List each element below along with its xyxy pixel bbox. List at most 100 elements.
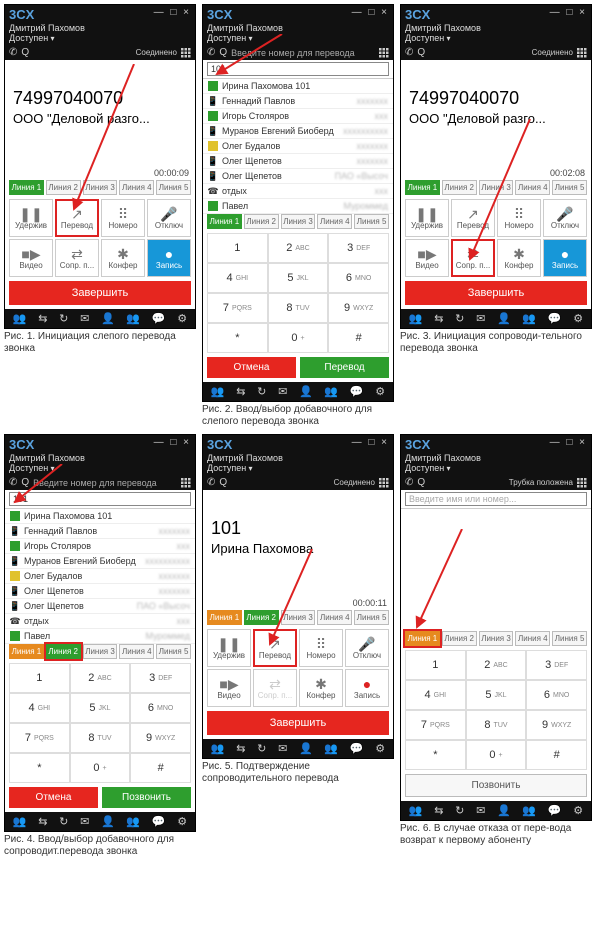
transfer-input[interactable]: 101 [207, 62, 389, 76]
transfer-button[interactable]: ↗Перевод [55, 199, 99, 237]
dialkey-8[interactable]: 8TUV [70, 723, 131, 753]
contact-item[interactable]: ☎отдыхxxx [5, 614, 195, 629]
contact-item[interactable]: 📱Олег Щепетовxxxxxxx [5, 584, 195, 599]
end-call-button[interactable]: Завершить [9, 281, 191, 305]
video-button[interactable]: ■▶Видео [9, 239, 53, 277]
cancel-button[interactable]: Отмена [207, 357, 296, 378]
dialkey-4[interactable]: 4GHI [9, 693, 70, 723]
contact-item[interactable]: 📱Олег Щепетовxxxxxxx [203, 154, 393, 169]
video-button[interactable]: ■▶Видео [405, 239, 449, 277]
contact-item[interactable]: Игорь Столяровxxx [5, 539, 195, 554]
contact-item[interactable]: Ирина Пахомова 101 [5, 509, 195, 524]
conference-button[interactable]: ✱Конфер [497, 239, 541, 277]
cancel-button[interactable]: Отмена [9, 787, 98, 808]
history-icon[interactable]: ↻ [59, 312, 68, 325]
dialkey-0[interactable]: 0+ [466, 740, 527, 770]
dialkey-3[interactable]: 3DEF [130, 663, 191, 693]
mute-button[interactable]: 🎤Отключ [543, 199, 587, 237]
hold-button[interactable]: ❚❚Удержив [9, 199, 53, 237]
dialkey-3[interactable]: 3DEF [526, 650, 587, 680]
line-2[interactable]: Линия 2 [46, 180, 81, 195]
dialkey-4[interactable]: 4GHI [207, 263, 268, 293]
dialpad-button[interactable]: ⠿Номеро [101, 199, 145, 237]
contact-item[interactable]: Ирина Пахомова 101 [203, 79, 393, 94]
dialkey-3[interactable]: 3DEF [328, 233, 389, 263]
dialkey-8[interactable]: 8TUV [268, 293, 329, 323]
contact-item[interactable]: 📱Муранов Евгений Биобердxxxxxxxxxx [5, 554, 195, 569]
line-5[interactable]: Линия 5 [156, 180, 191, 195]
dialkey-*[interactable]: * [207, 323, 268, 353]
contact-item[interactable]: Олег Будаловxxxxxxx [5, 569, 195, 584]
dialkey-6[interactable]: 6MNO [328, 263, 389, 293]
mute-button[interactable]: 🎤Отключ [147, 199, 191, 237]
dialkey-5[interactable]: 5JKL [70, 693, 131, 723]
dialkey-0[interactable]: 0+ [70, 753, 131, 783]
dialkey-7[interactable]: 7PQRS [9, 723, 70, 753]
att-transfer-button[interactable]: ⇄Сопр. п... [451, 239, 495, 277]
dialpad-toggle-icon[interactable] [379, 48, 389, 58]
presence-icon[interactable]: 👤 [101, 312, 115, 325]
transfer-button[interactable]: ↗Перевод [253, 629, 297, 667]
contact-item[interactable]: 📱Олег ЩепетовПАО «Высоч [5, 599, 195, 614]
dialkey-#[interactable]: # [328, 323, 389, 353]
line-4[interactable]: Линия 4 [119, 180, 154, 195]
dialkey-9[interactable]: 9WXYZ [130, 723, 191, 753]
dialkey-#[interactable]: # [526, 740, 587, 770]
dialkey-#[interactable]: # [130, 753, 191, 783]
dialkey-0[interactable]: 0+ [268, 323, 329, 353]
contact-item[interactable]: ПавелМуроммед [203, 199, 393, 214]
dialkey-5[interactable]: 5JKL [268, 263, 329, 293]
hold-button[interactable]: ❚❚Удержив [405, 199, 449, 237]
dialkey-1[interactable]: 1 [9, 663, 70, 693]
contact-item[interactable]: ☎отдыхxxx [203, 184, 393, 199]
window-controls[interactable]: — □ × [154, 7, 191, 18]
dialkey-4[interactable]: 4GHI [405, 680, 466, 710]
contact-item[interactable]: 📱Геннадий Павловxxxxxxx [203, 94, 393, 109]
dial-input[interactable]: Введите имя или номер... [405, 492, 587, 506]
dialkey-*[interactable]: * [405, 740, 466, 770]
call-button[interactable]: Позвонить [102, 787, 191, 808]
voicemail-icon[interactable]: ✉ [80, 312, 89, 325]
transfer-confirm-button[interactable]: Перевод [300, 357, 389, 378]
transfer-tab-icon[interactable]: ⇆ [38, 312, 47, 325]
transfer-input[interactable]: 101 [9, 492, 191, 506]
line-2-active[interactable]: Линия 2 [46, 644, 81, 659]
transfer-button[interactable]: ↗Перевод [451, 199, 495, 237]
contact-item[interactable]: ПавелМуроммед [5, 629, 195, 644]
contact-item[interactable]: Олег Будаловxxxxxxx [203, 139, 393, 154]
att-transfer-button[interactable]: ⇄Сопр. п... [55, 239, 99, 277]
dialkey-1[interactable]: 1 [405, 650, 466, 680]
dialkey-2[interactable]: 2ABC [70, 663, 131, 693]
record-button[interactable]: ●Запись [147, 239, 191, 277]
dialkey-7[interactable]: 7PQRS [405, 710, 466, 740]
contact-item[interactable]: 📱Муранов Евгений Биобердxxxxxxxxxx [203, 124, 393, 139]
presence-status[interactable]: Доступен [9, 33, 191, 43]
dialpad-button[interactable]: ⠿Номеро [497, 199, 541, 237]
record-button[interactable]: ●Запись [543, 239, 587, 277]
contact-item[interactable]: 📱Геннадий Павловxxxxxxx [5, 524, 195, 539]
dialkey-5[interactable]: 5JKL [466, 680, 527, 710]
conf-tab-icon[interactable]: 👥 [126, 312, 140, 325]
line-1-held[interactable]: Линия 1 [9, 644, 44, 659]
dialpad-toggle-icon[interactable] [181, 48, 191, 58]
dialkey-2[interactable]: 2ABC [466, 650, 527, 680]
dialkey-6[interactable]: 6MNO [130, 693, 191, 723]
dialkey-9[interactable]: 9WXYZ [526, 710, 587, 740]
line-3[interactable]: Линия 3 [83, 180, 118, 195]
line-1-held[interactable]: Линия 1 [405, 631, 440, 646]
dialkey-*[interactable]: * [9, 753, 70, 783]
settings-icon[interactable]: ⚙ [177, 312, 187, 325]
dialkey-2[interactable]: 2ABC [268, 233, 329, 263]
call-button[interactable]: Позвонить [405, 774, 587, 797]
line-1[interactable]: Линия 1 [9, 180, 44, 195]
chat-icon[interactable]: 💬 [152, 312, 166, 325]
contact-item[interactable]: 📱Олег ЩепетовПАО «Высоч [203, 169, 393, 184]
conference-button[interactable]: ✱Конфер [101, 239, 145, 277]
contacts-icon[interactable]: 👥 [13, 312, 27, 325]
dialkey-8[interactable]: 8TUV [466, 710, 527, 740]
dialkey-6[interactable]: 6MNO [526, 680, 587, 710]
dialkey-7[interactable]: 7PQRS [207, 293, 268, 323]
contact-item[interactable]: Игорь Столяровxxx [203, 109, 393, 124]
dialkey-9[interactable]: 9WXYZ [328, 293, 389, 323]
dialkey-1[interactable]: 1 [207, 233, 268, 263]
